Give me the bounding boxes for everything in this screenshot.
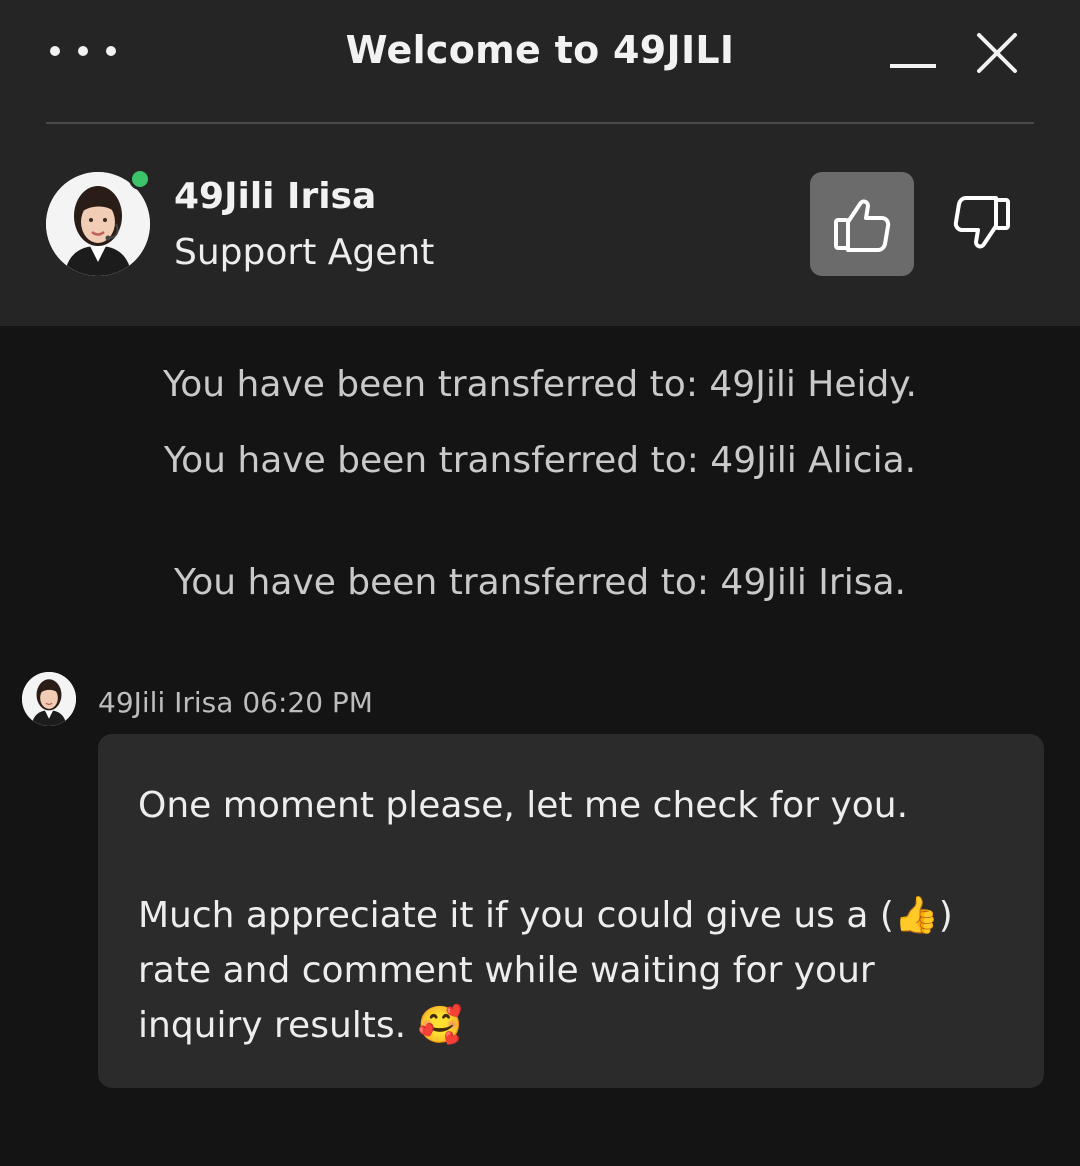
- message-line: inquiry results. 🥰: [138, 998, 1004, 1053]
- rate-bad-button[interactable]: [930, 172, 1034, 276]
- sender-avatar-image: [22, 672, 76, 726]
- minimize-button[interactable]: [884, 34, 942, 76]
- message-text: ): [938, 895, 953, 936]
- close-icon: [977, 33, 1017, 73]
- system-message: You have been transferred to: 49Jili Iri…: [174, 562, 906, 603]
- title-bar: Welcome to 49JILI: [0, 0, 1080, 124]
- message-bubble: One moment please, let me check for you.…: [98, 734, 1044, 1088]
- message-line: One moment please, let me check for you.: [138, 785, 909, 826]
- thumbs-down-icon: [953, 196, 1010, 249]
- online-status-indicator: [129, 168, 151, 190]
- message-line: rate and comment while waiting for your: [138, 950, 875, 991]
- thumbs-up-icon: [834, 199, 891, 252]
- chat-window: Welcome to 49JILI 49Jili Irisa Support A…: [0, 0, 1080, 1166]
- agent-role: Support Agent: [174, 232, 435, 273]
- message-meta: 49Jili Irisa 06:20 PM: [98, 686, 373, 719]
- message-sender-avatar: [22, 672, 76, 726]
- system-message: You have been transferred to: 49Jili Ali…: [163, 440, 917, 481]
- rate-good-button[interactable]: [810, 172, 914, 276]
- message-text: Much appreciate it if you could give us …: [138, 895, 894, 936]
- smiling-face-hearts-emoji: 🥰: [417, 1005, 463, 1046]
- close-button[interactable]: [970, 26, 1024, 80]
- message-text: inquiry results.: [138, 1005, 418, 1046]
- agent-name: 49Jili Irisa: [174, 176, 377, 217]
- agent-header: 49Jili Irisa Support Agent: [0, 124, 1080, 326]
- system-message: You have been transferred to: 49Jili Hei…: [163, 364, 917, 405]
- minimize-icon: [890, 64, 936, 68]
- message-line: Much appreciate it if you could give us …: [138, 888, 1004, 943]
- thumbs-up-emoji: 👍: [893, 895, 939, 936]
